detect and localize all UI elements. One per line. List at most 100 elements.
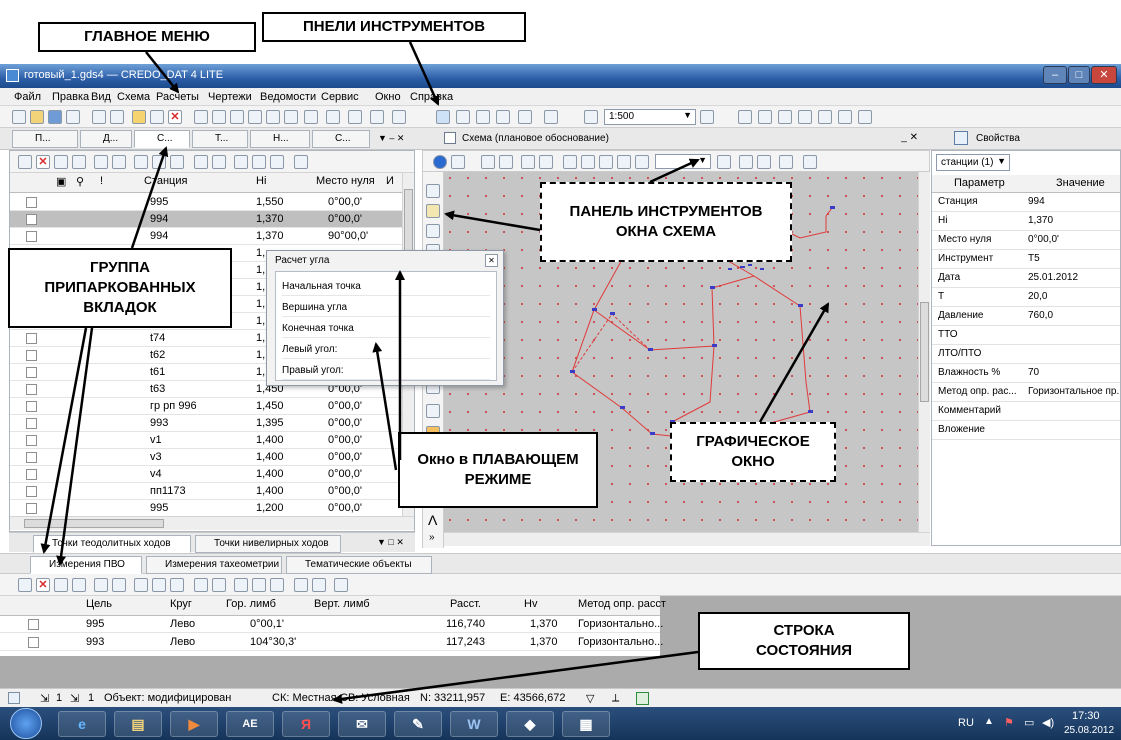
measure-icon[interactable]: [803, 155, 817, 169]
print-icon[interactable]: [544, 110, 558, 124]
report-icon[interactable]: [270, 155, 284, 169]
property-value[interactable]: 70: [1028, 367, 1120, 378]
dialog-item[interactable]: Конечная точка: [282, 320, 490, 338]
info-icon[interactable]: [433, 155, 447, 169]
redo-icon[interactable]: [110, 110, 124, 124]
hand-icon[interactable]: [521, 155, 535, 169]
col-hor-limb[interactable]: Гор. лимб: [226, 598, 276, 610]
minimize-button[interactable]: –: [1043, 66, 1067, 84]
property-row[interactable]: Влажность % 70: [932, 364, 1120, 383]
horizontal-scrollbar[interactable]: [10, 516, 414, 530]
select-add-icon[interactable]: [212, 110, 226, 124]
measure-icon[interactable]: ⟂: [612, 692, 619, 705]
menu-help[interactable]: Справка: [410, 91, 453, 103]
window-layout-icon[interactable]: [738, 110, 752, 124]
property-row[interactable]: Место нуля 0°00,0': [932, 231, 1120, 250]
delete-icon[interactable]: ✕: [36, 155, 50, 169]
copy-icon[interactable]: [248, 110, 262, 124]
copy-icon[interactable]: [94, 578, 108, 592]
menu-window[interactable]: Окно: [375, 91, 401, 103]
property-row[interactable]: Hi 1,370: [932, 212, 1120, 231]
tree-icon[interactable]: [18, 578, 32, 592]
after-effects-icon[interactable]: AE: [226, 711, 274, 737]
window-arrange-icon[interactable]: [838, 110, 852, 124]
save-all-icon[interactable]: [66, 110, 80, 124]
select-add-icon[interactable]: [152, 155, 166, 169]
select-icon[interactable]: [134, 578, 148, 592]
triangle-tool-icon[interactable]: Λ: [428, 512, 437, 528]
property-value[interactable]: 760,0: [1028, 310, 1120, 321]
zoom-select[interactable]: ▼: [655, 154, 711, 169]
select-icon[interactable]: [134, 155, 148, 169]
scale-select[interactable]: 1:500 ▼: [604, 109, 696, 125]
undo-icon[interactable]: [92, 110, 106, 124]
select-remove-icon[interactable]: [170, 155, 184, 169]
row-checkbox[interactable]: [26, 214, 37, 225]
grid-icon[interactable]: [426, 204, 440, 218]
menu-service[interactable]: Сервис: [321, 91, 359, 103]
row-checkbox[interactable]: [26, 401, 37, 412]
app-icon[interactable]: ✎: [394, 711, 442, 737]
window-cascade-icon[interactable]: [818, 110, 832, 124]
select-remove-icon[interactable]: [170, 578, 184, 592]
col-target[interactable]: Цель: [86, 598, 112, 610]
dialog-item[interactable]: Левый угол:: [282, 341, 490, 359]
traverse-icon[interactable]: [496, 110, 510, 124]
ruler-icon[interactable]: [717, 155, 731, 169]
col-circle[interactable]: Круг: [170, 598, 192, 610]
view-icon[interactable]: [436, 110, 450, 124]
select-add-icon[interactable]: [152, 578, 166, 592]
clipboard-icon[interactable]: [284, 110, 298, 124]
menu-view[interactable]: Вид: [91, 91, 111, 103]
mail-icon[interactable]: ✉: [338, 711, 386, 737]
table-row[interactable]: гр рп 996 1,450 0°00,0': [10, 398, 402, 415]
point-off-icon[interactable]: [72, 578, 86, 592]
paste-icon[interactable]: [112, 155, 126, 169]
menu-reports[interactable]: Ведомости: [260, 91, 316, 103]
tab-docked-5[interactable]: Н...: [250, 130, 310, 148]
point-off-icon[interactable]: [150, 110, 164, 124]
window-grid-icon[interactable]: [778, 110, 792, 124]
property-value[interactable]: 1,370: [1028, 215, 1120, 226]
menu-edit[interactable]: Правка: [52, 91, 89, 103]
binoculars-icon[interactable]: [194, 155, 208, 169]
status-layers-icon[interactable]: [8, 692, 20, 704]
redo-icon[interactable]: [499, 155, 513, 169]
col-station[interactable]: Станция: [144, 175, 187, 187]
menu-file[interactable]: Файл: [14, 91, 41, 103]
table-row[interactable]: 993 Лево 104°30,3' 117,243 1,370 Горизонтальн…: [0, 634, 663, 651]
tab-docked-4[interactable]: Т...: [192, 130, 248, 148]
word-icon[interactable]: W: [450, 711, 498, 737]
scissors-icon[interactable]: [252, 578, 266, 592]
find-point-icon[interactable]: [779, 155, 793, 169]
property-row[interactable]: Станция 994: [932, 193, 1120, 212]
tray-network-icon[interactable]: ▭: [1024, 716, 1034, 729]
property-row[interactable]: Давление 760,0: [932, 307, 1120, 326]
graphic-horizontal-scrollbar[interactable]: [444, 532, 930, 546]
zoom-in-icon[interactable]: [617, 155, 631, 169]
sum-icon[interactable]: [757, 155, 771, 169]
col-method[interactable]: Метод опр. расст: [578, 598, 666, 610]
table-row[interactable]: пп1173 1,400 0°00,0': [10, 483, 402, 500]
network-icon[interactable]: [476, 110, 490, 124]
floating-dialog[interactable]: Расчет угла ✕ Начальная точка Вершина угл…: [266, 250, 504, 386]
select-remove-icon[interactable]: [230, 110, 244, 124]
menu-drawings[interactable]: Чертежи: [208, 91, 252, 103]
move-up-icon[interactable]: [294, 578, 308, 592]
hand-off-icon[interactable]: [539, 155, 553, 169]
open-file-icon[interactable]: [30, 110, 44, 124]
table-row[interactable]: v1 1,400 0°00,0': [10, 432, 402, 449]
properties-selector[interactable]: станции (1) ▼: [936, 154, 1010, 171]
search-icon[interactable]: [212, 578, 226, 592]
table-icon[interactable]: [234, 578, 248, 592]
row-checkbox[interactable]: [26, 231, 37, 242]
tab-docked-3[interactable]: С...: [134, 130, 190, 148]
start-button[interactable]: [10, 708, 42, 739]
pentagon-icon[interactable]: [426, 184, 440, 198]
tab-docked-6[interactable]: С...: [312, 130, 370, 148]
tray-language[interactable]: RU: [958, 717, 974, 729]
binoculars-icon[interactable]: [426, 404, 440, 418]
tab-traverse-points[interactable]: Точки теодолитных ходов: [33, 535, 191, 553]
property-row[interactable]: Метод опр. рас... Горизонтальное пр...: [932, 383, 1120, 402]
internet-explorer-icon[interactable]: e: [58, 711, 106, 737]
